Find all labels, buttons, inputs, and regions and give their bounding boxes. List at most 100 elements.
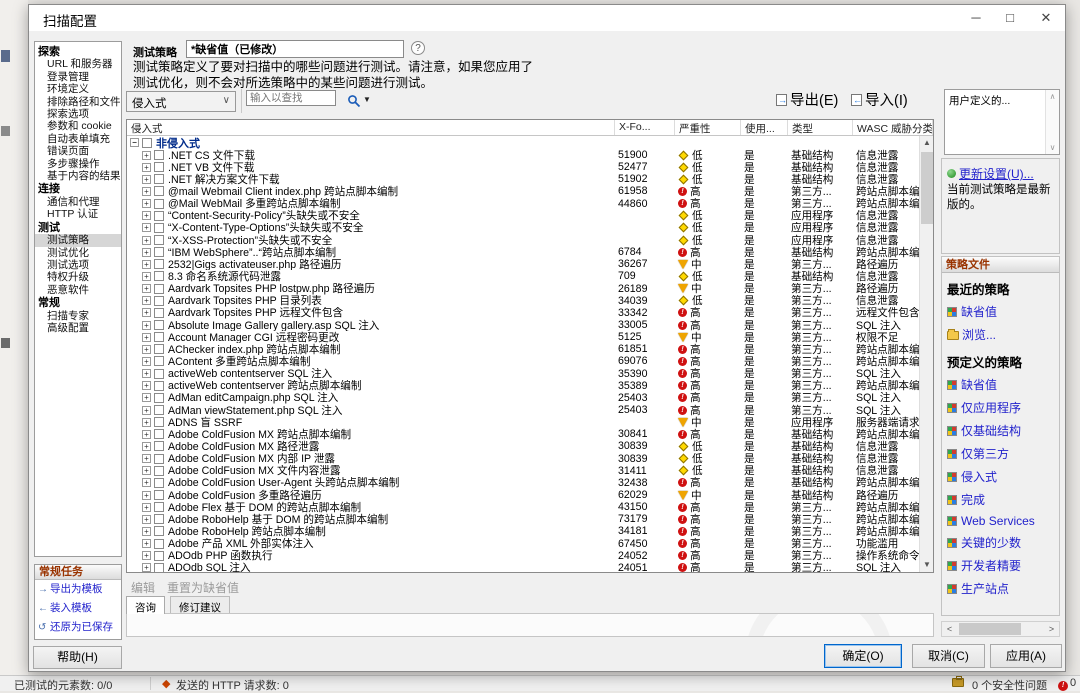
row-checkbox[interactable] bbox=[154, 514, 164, 524]
table-row[interactable]: +activeWeb contentserver SQL 注入35390!高是第… bbox=[127, 368, 919, 380]
expand-toggle-icon[interactable]: + bbox=[142, 223, 151, 232]
row-checkbox[interactable] bbox=[154, 369, 164, 379]
policy-link-生产站点[interactable]: 生产站点 bbox=[942, 577, 1059, 600]
sidebar-item-登录管理[interactable]: 登录管理 bbox=[35, 71, 121, 83]
policy-table-header[interactable]: 侵入式X-Fo...严重性使用...类型WASC 威胁分类 bbox=[127, 120, 933, 136]
minimize-button[interactable]: ─ bbox=[959, 5, 993, 31]
import-button[interactable]: 导入(I) bbox=[851, 89, 908, 110]
row-checkbox[interactable] bbox=[154, 259, 164, 269]
policy-link-开发者精要[interactable]: 开发者精要 bbox=[942, 554, 1059, 577]
tab-fix-recommendation[interactable]: 修订建议 bbox=[170, 596, 230, 614]
policy-link-关键的少数[interactable]: 关键的少数 bbox=[942, 531, 1059, 554]
row-checkbox[interactable] bbox=[154, 502, 164, 512]
table-row[interactable]: +ADOdb SQL 注入24051!高是第三方...SQL 注入 bbox=[127, 562, 919, 572]
expand-toggle-icon[interactable]: + bbox=[142, 296, 151, 305]
row-checkbox[interactable] bbox=[154, 174, 164, 184]
scroll-down-icon[interactable]: ▼ bbox=[920, 558, 934, 572]
row-checkbox[interactable] bbox=[154, 211, 164, 221]
table-row[interactable]: +“X-XSS-Protection”头缺失或不安全低是应用程序信息泄露 bbox=[127, 234, 919, 246]
collapse-toggle-icon[interactable]: − bbox=[130, 138, 139, 147]
expand-toggle-icon[interactable]: + bbox=[142, 187, 151, 196]
sidebar-item-通信和代理[interactable]: 通信和代理 bbox=[35, 196, 121, 208]
expand-toggle-icon[interactable]: + bbox=[142, 515, 151, 524]
expand-toggle-icon[interactable]: + bbox=[142, 539, 151, 548]
expand-toggle-icon[interactable]: + bbox=[142, 369, 151, 378]
table-row[interactable]: +“Content-Security-Policy”头缺失或不安全低是应用程序信… bbox=[127, 210, 919, 222]
expand-toggle-icon[interactable]: + bbox=[142, 466, 151, 475]
row-checkbox[interactable] bbox=[154, 284, 164, 294]
policy-name-input[interactable] bbox=[186, 40, 404, 58]
sidebar-item-测试策略[interactable]: 测试策略 bbox=[35, 234, 121, 246]
scroll-down-icon[interactable]: ∨ bbox=[1046, 143, 1059, 152]
expand-toggle-icon[interactable]: + bbox=[142, 454, 151, 463]
expand-toggle-icon[interactable]: + bbox=[142, 248, 151, 257]
table-row[interactable]: +.NET VB 文件下载52477低是基础结构信息泄露 bbox=[127, 161, 919, 173]
task-link[interactable]: →导出为模板 bbox=[35, 580, 121, 599]
row-checkbox[interactable] bbox=[154, 381, 164, 391]
search-icon[interactable] bbox=[347, 94, 361, 113]
table-row[interactable]: +Adobe Flex 基于 DOM 的跨站点脚本编制43150!高是第三方..… bbox=[127, 501, 919, 513]
row-checkbox[interactable] bbox=[154, 344, 164, 354]
scroll-right-icon[interactable]: > bbox=[1044, 622, 1059, 636]
policy-link-缺省值[interactable]: 缺省值 bbox=[942, 373, 1059, 396]
close-button[interactable]: ✕ bbox=[1029, 5, 1063, 31]
expand-toggle-icon[interactable]: + bbox=[142, 381, 151, 390]
expand-toggle-icon[interactable]: + bbox=[142, 284, 151, 293]
sidebar-item-环境定义[interactable]: 环境定义 bbox=[35, 83, 121, 95]
expand-toggle-icon[interactable]: + bbox=[142, 211, 151, 220]
row-checkbox[interactable] bbox=[154, 417, 164, 427]
table-row[interactable]: +Adobe RoboHelp 跨站点脚本编制34181!高是第三方...跨站点… bbox=[127, 525, 919, 537]
column-header[interactable]: 类型 bbox=[788, 120, 853, 135]
expand-toggle-icon[interactable]: + bbox=[142, 333, 151, 342]
expand-toggle-icon[interactable]: + bbox=[142, 163, 151, 172]
column-header[interactable]: 严重性 bbox=[675, 120, 741, 135]
policy-link-浏览...[interactable]: 浏览... bbox=[942, 323, 1059, 346]
row-checkbox[interactable] bbox=[154, 393, 164, 403]
update-settings-link[interactable]: 更新设置(U)... bbox=[947, 165, 1034, 182]
sidebar-item-测试选项[interactable]: 测试选项 bbox=[35, 259, 121, 271]
row-checkbox[interactable] bbox=[154, 332, 164, 342]
expand-toggle-icon[interactable]: + bbox=[142, 272, 151, 281]
sidebar-item-多步骤操作[interactable]: 多步骤操作 bbox=[35, 158, 121, 170]
table-row[interactable]: +AdMan viewStatement.php SQL 注入25403!高是第… bbox=[127, 404, 919, 416]
row-checkbox[interactable] bbox=[154, 186, 164, 196]
table-row[interactable]: +Adobe ColdFusion MX 路径泄露30839低是基础结构信息泄露 bbox=[127, 440, 919, 452]
sidebar-item-错误页面[interactable]: 错误页面 bbox=[35, 145, 121, 157]
table-row[interactable]: +activeWeb contentserver 跨站点脚本编制35389!高是… bbox=[127, 380, 919, 392]
table-row[interactable]: +AChecker index.php 跨站点脚本编制61851!高是第三方..… bbox=[127, 343, 919, 355]
sidebar-item-HTTP 认证[interactable]: HTTP 认证 bbox=[35, 208, 121, 220]
table-row[interactable]: +Adobe 产品 XML 外部实体注入67450!高是第三方...功能滥用 bbox=[127, 538, 919, 550]
row-checkbox[interactable] bbox=[154, 539, 164, 549]
cancel-button[interactable]: 取消(C) bbox=[912, 644, 985, 668]
table-root-row[interactable]: − 非侵入式 bbox=[127, 136, 919, 149]
table-row[interactable]: +Adobe ColdFusion MX 文件内容泄露31411低是基础结构信息… bbox=[127, 465, 919, 477]
table-row[interactable]: +“X-Content-Type-Options”头缺失或不安全低是应用程序信息… bbox=[127, 222, 919, 234]
row-checkbox[interactable] bbox=[154, 551, 164, 561]
scrollbar-thumb[interactable] bbox=[921, 152, 933, 224]
scroll-up-icon[interactable]: ∧ bbox=[1046, 92, 1059, 101]
table-row[interactable]: +2532|Gigs activateuser.php 路径遍历36267中是第… bbox=[127, 258, 919, 270]
expand-toggle-icon[interactable]: + bbox=[142, 151, 151, 160]
right-panel-horizontal-scrollbar[interactable]: < > bbox=[941, 621, 1060, 637]
table-vertical-scrollbar[interactable]: ▲ ▼ bbox=[919, 136, 933, 572]
user-box-scrollbar[interactable]: ∧∨ bbox=[1045, 90, 1059, 154]
row-checkbox[interactable] bbox=[154, 526, 164, 536]
table-row[interactable]: +Adobe ColdFusion User-Agent 头跨站点脚本编制324… bbox=[127, 477, 919, 489]
expand-toggle-icon[interactable]: + bbox=[142, 236, 151, 245]
root-checkbox[interactable] bbox=[142, 138, 152, 148]
row-checkbox[interactable] bbox=[154, 429, 164, 439]
policy-link-侵入式[interactable]: 侵入式 bbox=[942, 465, 1059, 488]
row-checkbox[interactable] bbox=[154, 466, 164, 476]
policy-link-仅应用程序[interactable]: 仅应用程序 bbox=[942, 396, 1059, 419]
expand-toggle-icon[interactable]: + bbox=[142, 478, 151, 487]
row-checkbox[interactable] bbox=[154, 247, 164, 257]
column-header[interactable]: 使用... bbox=[741, 120, 788, 135]
filter-dropdown[interactable]: 侵入式 ∨ bbox=[126, 91, 236, 112]
policy-link-仅第三方[interactable]: 仅第三方 bbox=[942, 442, 1059, 465]
table-row[interactable]: +Adobe ColdFusion 多重路径遍历62029中是基础结构路径遍历 bbox=[127, 489, 919, 501]
row-checkbox[interactable] bbox=[154, 405, 164, 415]
sidebar-item-高级配置[interactable]: 高级配置 bbox=[35, 322, 121, 334]
table-row[interactable]: +ADNS 盲 SSRF中是应用程序服务器端请求伪造 bbox=[127, 416, 919, 428]
table-row[interactable]: +Absolute Image Gallery gallery.asp SQL … bbox=[127, 319, 919, 331]
row-checkbox[interactable] bbox=[154, 441, 164, 451]
